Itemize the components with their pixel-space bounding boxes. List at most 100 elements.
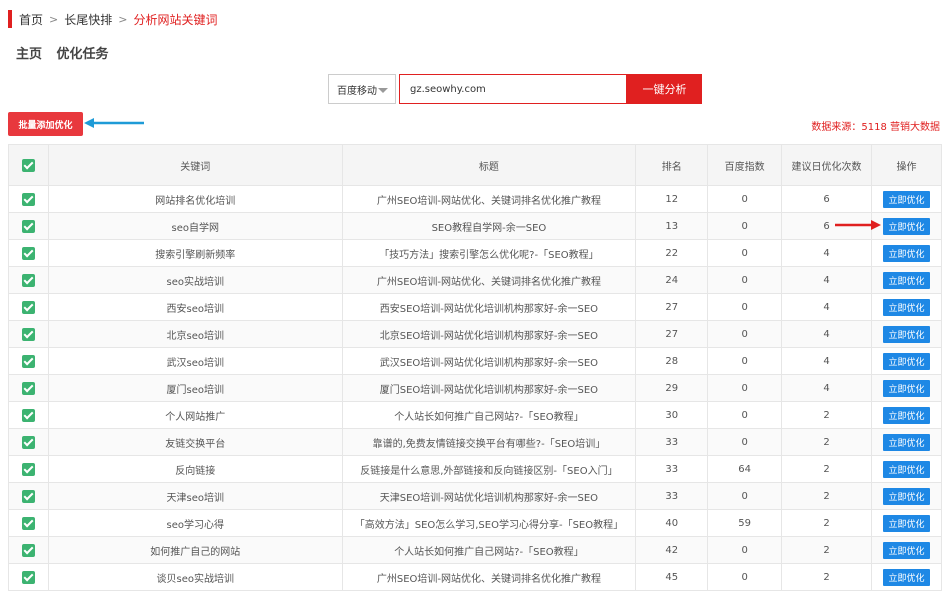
optimize-now-button[interactable]: 立即优化: [882, 379, 930, 397]
cell-action: 立即优化: [870, 374, 943, 402]
cell-rank: 40: [635, 509, 709, 537]
row-select-cell[interactable]: [8, 374, 49, 402]
optimize-now-button[interactable]: 立即优化: [882, 244, 930, 262]
cell-baidu-index: 64: [707, 455, 783, 483]
row-select-cell[interactable]: [8, 509, 49, 537]
checkbox-checked-icon[interactable]: [21, 327, 35, 341]
cell-rank: 12: [635, 185, 709, 213]
row-select-cell[interactable]: [8, 482, 49, 510]
cell-action: 立即优化: [870, 563, 943, 591]
cell-baidu-index: 0: [707, 320, 783, 348]
row-select-cell[interactable]: [8, 293, 49, 321]
optimize-now-button[interactable]: 立即优化: [882, 325, 930, 343]
checkbox-checked-icon[interactable]: [21, 543, 35, 557]
cell-action: 立即优化: [870, 212, 943, 240]
cell-action: 立即优化: [870, 320, 943, 348]
search-bar: 百度移动 一键分析: [328, 74, 702, 104]
cell-rank: 24: [635, 266, 709, 294]
optimize-now-button[interactable]: 立即优化: [882, 406, 930, 424]
row-select-cell[interactable]: [8, 212, 49, 240]
table-row: 搜索引擎刷新频率 「技巧方法」搜索引擎怎么优化呢?-「SEO教程」 22 0 4 立即优化: [8, 239, 943, 267]
cell-suggested-times: 2: [781, 536, 872, 564]
checkbox-checked-icon[interactable]: [21, 246, 35, 260]
row-select-cell[interactable]: [8, 266, 49, 294]
cell-baidu-index: 0: [707, 266, 783, 294]
table-row: 反向链接 反链接是什么意思,外部链接和反向链接区别-「SEO入门」 33 64 2 立即优…: [8, 455, 943, 483]
optimize-now-button[interactable]: 立即优化: [882, 460, 930, 478]
table-row: 网站排名优化培训 广州SEO培训-网站优化、关键词排名优化推广教程 12 0 6 立即优化: [8, 185, 943, 213]
checkbox-checked-icon[interactable]: [21, 354, 35, 368]
checkbox-checked-icon[interactable]: [21, 570, 35, 584]
analyze-button[interactable]: 一键分析: [627, 74, 702, 104]
optimize-now-button[interactable]: 立即优化: [882, 541, 930, 559]
cell-baidu-index: 0: [707, 374, 783, 402]
cell-title: 广州SEO培训-网站优化、关键词排名优化推广教程: [341, 185, 637, 213]
header-select-all[interactable]: [8, 144, 49, 186]
cell-suggested-times: 2: [781, 428, 872, 456]
optimize-now-button[interactable]: 立即优化: [882, 271, 930, 289]
optimize-now-button[interactable]: 立即优化: [882, 298, 930, 316]
checkbox-checked-icon[interactable]: [21, 435, 35, 449]
engine-select[interactable]: 百度移动: [328, 74, 396, 104]
row-select-cell[interactable]: [8, 239, 49, 267]
table-row: seo自学网 SEO教程自学网-余一SEO 13 0 6 立即优化: [8, 212, 943, 240]
header-baidu-index: 百度指数: [707, 144, 783, 186]
cell-rank: 22: [635, 239, 709, 267]
row-select-cell[interactable]: [8, 401, 49, 429]
cell-keyword: 反向链接: [47, 455, 343, 483]
checkbox-checked-icon[interactable]: [21, 408, 35, 422]
checkbox-checked-icon[interactable]: [21, 381, 35, 395]
checkbox-checked-icon[interactable]: [21, 300, 35, 314]
cell-keyword: 武汉seo培训: [47, 347, 343, 375]
checkbox-checked-icon[interactable]: [21, 489, 35, 503]
optimize-now-button[interactable]: 立即优化: [882, 352, 930, 370]
cell-baidu-index: 0: [707, 401, 783, 429]
row-select-cell[interactable]: [8, 347, 49, 375]
cell-title: 西安SEO培训-网站优化培训机构那家好-余一SEO: [341, 293, 637, 321]
batch-add-button[interactable]: 批量添加优化: [8, 112, 83, 136]
checkbox-checked-icon[interactable]: [21, 462, 35, 476]
cell-title: 天津SEO培训-网站优化培训机构那家好-余一SEO: [341, 482, 637, 510]
breadcrumb-home[interactable]: 首页: [19, 11, 43, 28]
cell-action: 立即优化: [870, 536, 943, 564]
tab-optimization-tasks[interactable]: 优化任务: [57, 47, 109, 62]
cell-title: 个人站长如何推广自己网站?-「SEO教程」: [341, 401, 637, 429]
cell-action: 立即优化: [870, 509, 943, 537]
tab-home[interactable]: 主页: [16, 47, 42, 62]
page-tabs: 主页 优化任务: [16, 43, 119, 62]
cell-baidu-index: 0: [707, 563, 783, 591]
row-select-cell[interactable]: [8, 320, 49, 348]
checkbox-checked-icon[interactable]: [21, 219, 35, 233]
row-select-cell[interactable]: [8, 563, 49, 591]
table-row: 北京seo培训 北京SEO培训-网站优化培训机构那家好-余一SEO 27 0 4 立即优化: [8, 320, 943, 348]
url-input[interactable]: [399, 74, 627, 104]
table-row: seo实战培训 广州SEO培训-网站优化、关键词排名优化推广教程 24 0 4 立即优化: [8, 266, 943, 294]
optimize-now-button[interactable]: 立即优化: [882, 433, 930, 451]
optimize-now-button[interactable]: 立即优化: [882, 487, 930, 505]
cell-keyword: 谈贝seo实战培训: [47, 563, 343, 591]
optimize-now-button[interactable]: 立即优化: [882, 514, 930, 532]
cell-keyword: seo实战培训: [47, 266, 343, 294]
row-select-cell[interactable]: [8, 428, 49, 456]
engine-select-value: 百度移动: [337, 85, 377, 97]
cell-rank: 45: [635, 563, 709, 591]
table-row: 个人网站推广 个人站长如何推广自己网站?-「SEO教程」 30 0 2 立即优化: [8, 401, 943, 429]
cell-title: 反链接是什么意思,外部链接和反向链接区别-「SEO入门」: [341, 455, 637, 483]
cell-baidu-index: 0: [707, 185, 783, 213]
checkbox-checked-icon[interactable]: [21, 192, 35, 206]
cell-suggested-times: 4: [781, 266, 872, 294]
checkbox-checked-icon[interactable]: [21, 516, 35, 530]
optimize-now-button[interactable]: 立即优化: [882, 568, 930, 586]
cell-action: 立即优化: [870, 347, 943, 375]
row-select-cell[interactable]: [8, 455, 49, 483]
checkbox-checked-icon[interactable]: [21, 158, 35, 172]
cell-rank: 27: [635, 293, 709, 321]
optimize-now-button[interactable]: 立即优化: [882, 190, 930, 208]
cell-keyword: 厦门seo培训: [47, 374, 343, 402]
breadcrumb-section[interactable]: 长尾快排: [64, 11, 112, 28]
row-select-cell[interactable]: [8, 185, 49, 213]
checkbox-checked-icon[interactable]: [21, 273, 35, 287]
optimize-now-button[interactable]: 立即优化: [882, 217, 930, 235]
cell-title: 靠谱的,免费友情链接交换平台有哪些?-「SEO培训」: [341, 428, 637, 456]
row-select-cell[interactable]: [8, 536, 49, 564]
